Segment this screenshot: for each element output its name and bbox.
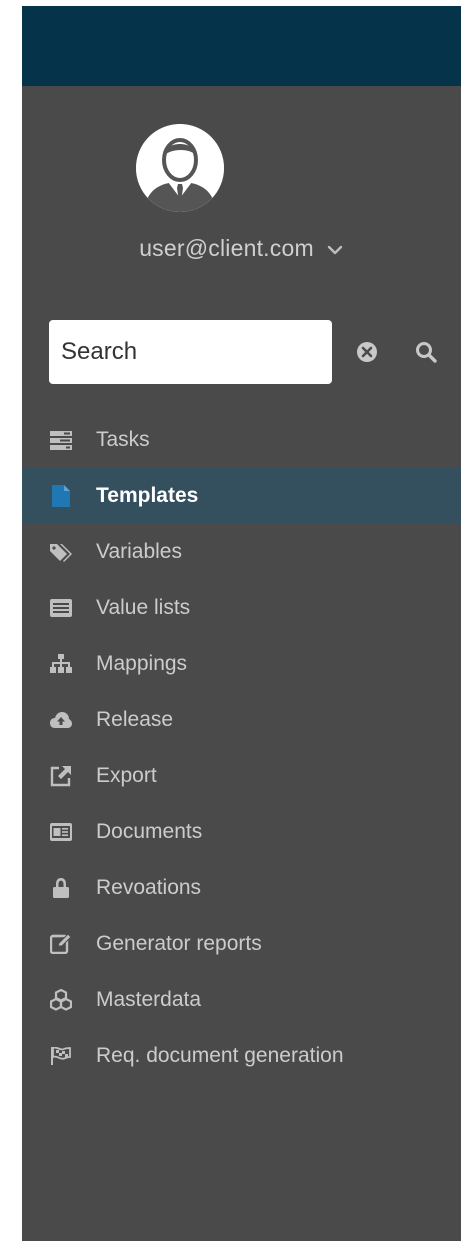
top-bar [22, 6, 461, 86]
sidebar: user@client.com Tasks [22, 6, 461, 1241]
sidebar-item-generator-reports[interactable]: Generator reports [22, 916, 461, 972]
flag-checkered-icon [50, 1045, 72, 1067]
sidebar-item-mappings[interactable]: Mappings [22, 636, 461, 692]
sidebar-item-label: Value lists [96, 596, 191, 619]
file-icon [50, 485, 72, 507]
id-card-icon [50, 821, 72, 843]
edit-icon [50, 933, 72, 955]
sidebar-item-tasks[interactable]: Tasks [22, 412, 461, 468]
user-avatar-icon [136, 124, 224, 212]
avatar[interactable] [136, 124, 224, 212]
sidebar-item-label: Generator reports [96, 932, 262, 955]
sidebar-nav: Tasks Templates Variables Value lists Ma… [22, 412, 461, 1084]
sidebar-item-documents[interactable]: Documents [22, 804, 461, 860]
user-email: user@client.com [139, 234, 314, 261]
sidebar-item-label: Templates [96, 484, 199, 507]
sidebar-item-value-lists[interactable]: Value lists [22, 580, 461, 636]
sidebar-item-release[interactable]: Release [22, 692, 461, 748]
sidebar-item-revoations[interactable]: Revoations [22, 860, 461, 916]
clear-search-icon[interactable] [356, 341, 378, 363]
sidebar-item-masterdata[interactable]: Masterdata [22, 972, 461, 1028]
sidebar-item-label: Variables [96, 540, 182, 563]
sidebar-item-export[interactable]: Export [22, 748, 461, 804]
sidebar-item-label: Mappings [96, 652, 188, 675]
sidebar-item-label: Revoations [96, 876, 202, 899]
search-input[interactable] [49, 320, 332, 384]
lock-icon [50, 877, 72, 899]
user-menu[interactable]: user@client.com [22, 230, 461, 266]
sidebar-item-req-document-generation[interactable]: Req. document generation [22, 1028, 461, 1084]
cubes-icon [50, 989, 72, 1011]
external-link-icon [50, 765, 72, 787]
sidebar-item-label: Documents [96, 820, 203, 843]
sidebar-item-label: Release [96, 708, 174, 731]
sitemap-icon [50, 653, 72, 675]
sidebar-item-variables[interactable]: Variables [22, 524, 461, 580]
sidebar-item-label: Export [96, 764, 157, 787]
chevron-down-icon [327, 245, 343, 255]
sidebar-item-templates[interactable]: Templates [22, 468, 461, 524]
list-icon [50, 597, 72, 619]
sidebar-item-label: Masterdata [96, 988, 202, 1011]
tasks-icon [50, 429, 72, 451]
sidebar-item-label: Tasks [96, 428, 150, 451]
tags-icon [50, 541, 72, 563]
search-icon[interactable] [414, 340, 438, 364]
cloud-upload-icon [50, 709, 72, 731]
sidebar-item-label: Req. document generation [96, 1044, 344, 1067]
